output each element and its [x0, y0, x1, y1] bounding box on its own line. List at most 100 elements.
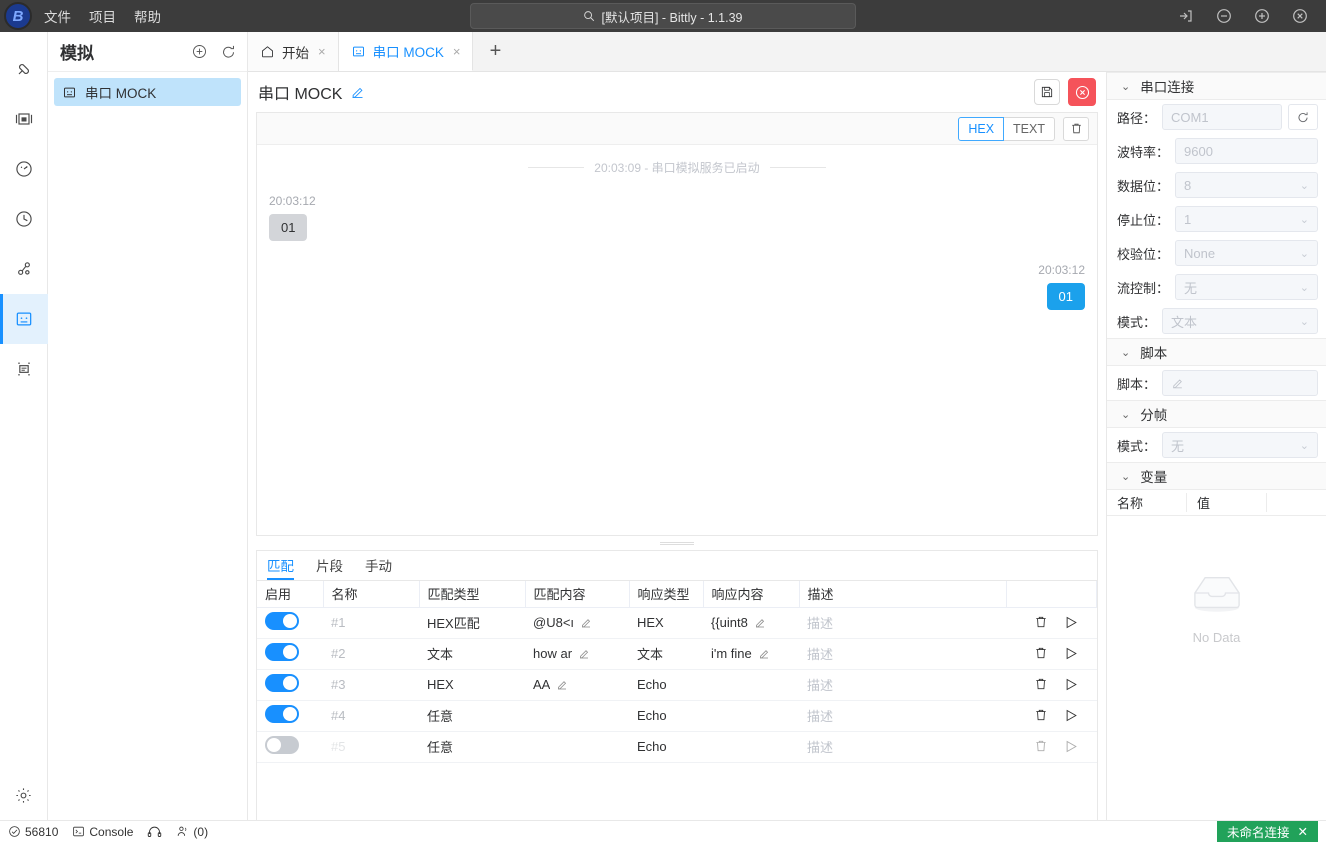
- panel-splitter[interactable]: [256, 536, 1098, 550]
- section-script[interactable]: ⌄ 脚本: [1107, 338, 1326, 366]
- cell-match-type[interactable]: HEX: [419, 669, 525, 700]
- databits-select[interactable]: 8⌄: [1175, 172, 1318, 198]
- trash-icon[interactable]: [1034, 708, 1048, 723]
- cell-description[interactable]: 描述: [799, 638, 1007, 669]
- tab-serial-mock[interactable]: 串口 MOCK ×: [339, 32, 474, 71]
- pencil-icon[interactable]: [350, 85, 365, 100]
- menu-item-help[interactable]: 帮助: [134, 6, 161, 26]
- global-search-box[interactable]: [默认项目] - Bittly - 1.1.39: [470, 3, 856, 29]
- close-icon[interactable]: ×: [453, 44, 461, 59]
- enable-toggle[interactable]: [265, 612, 299, 630]
- send-icon[interactable]: [1064, 646, 1079, 661]
- parity-select[interactable]: None⌄: [1175, 240, 1318, 266]
- cell-resp-type[interactable]: Echo: [629, 700, 703, 731]
- tab-start[interactable]: 开始 ×: [248, 32, 339, 71]
- tab-fragment[interactable]: 片段: [316, 555, 343, 580]
- list-item[interactable]: 串口 MOCK: [54, 78, 241, 106]
- close-icon[interactable]: ✕: [1298, 824, 1308, 839]
- section-framing[interactable]: ⌄ 分帧: [1107, 400, 1326, 428]
- pin-icon[interactable]: [1178, 8, 1194, 24]
- section-title: 变量: [1140, 466, 1167, 486]
- stopbits-select[interactable]: 1⌄: [1175, 206, 1318, 232]
- trash-icon[interactable]: [1034, 646, 1048, 661]
- cell-resp-type[interactable]: 文本: [629, 638, 703, 669]
- cell-description[interactable]: 描述: [799, 607, 1007, 638]
- send-icon[interactable]: [1064, 677, 1079, 692]
- format-text-button[interactable]: TEXT: [1004, 117, 1055, 141]
- send-icon[interactable]: [1064, 615, 1079, 630]
- enable-toggle[interactable]: [265, 736, 299, 754]
- format-hex-button[interactable]: HEX: [958, 117, 1004, 141]
- cell-resp-type[interactable]: HEX: [629, 607, 703, 638]
- baudrate-input[interactable]: 9600: [1175, 138, 1318, 164]
- trash-icon[interactable]: [1034, 615, 1048, 630]
- field-path: 路径： COM1: [1107, 100, 1326, 134]
- stop-button[interactable]: [1068, 78, 1096, 106]
- menu-item-file[interactable]: 文件: [44, 6, 71, 26]
- table-row: #4 任意 Echo 描述: [257, 700, 1097, 731]
- enable-toggle[interactable]: [265, 705, 299, 723]
- refresh-icon: [1296, 110, 1310, 124]
- history-icon: [14, 209, 34, 229]
- save-button[interactable]: [1034, 79, 1060, 105]
- status-audio[interactable]: [147, 825, 162, 838]
- refresh-ports-button[interactable]: [1288, 104, 1318, 130]
- close-icon[interactable]: [1292, 8, 1308, 24]
- rail-item-dashboard[interactable]: [0, 144, 48, 194]
- maximize-icon[interactable]: [1254, 8, 1270, 24]
- cell-resp-type[interactable]: Echo: [629, 731, 703, 762]
- section-title: 分帧: [1140, 404, 1167, 424]
- cell-match-type[interactable]: 任意: [419, 731, 525, 762]
- minimize-icon[interactable]: [1216, 8, 1232, 24]
- section-variables[interactable]: ⌄ 变量: [1107, 462, 1326, 490]
- pencil-icon[interactable]: [580, 617, 592, 629]
- pencil-icon[interactable]: [754, 617, 766, 629]
- clear-messages-button[interactable]: [1063, 117, 1089, 141]
- cell-resp-type[interactable]: Echo: [629, 669, 703, 700]
- tab-manual[interactable]: 手动: [365, 555, 392, 580]
- status-users[interactable]: (0): [176, 825, 208, 839]
- mode-select[interactable]: 文本⌄: [1162, 308, 1318, 334]
- pencil-icon[interactable]: [578, 648, 590, 660]
- framing-mode-select[interactable]: 无⌄: [1162, 432, 1318, 458]
- framing-mode-value: 无: [1171, 436, 1184, 455]
- mock-icon: [351, 44, 366, 59]
- script-input[interactable]: [1162, 370, 1318, 396]
- close-icon[interactable]: ×: [318, 44, 326, 59]
- rail-item-connect[interactable]: [0, 44, 48, 94]
- cell-match-type[interactable]: HEX匹配: [419, 607, 525, 638]
- plus-circle-icon[interactable]: [191, 43, 208, 60]
- cell-description[interactable]: 描述: [799, 669, 1007, 700]
- cell-description[interactable]: 描述: [799, 700, 1007, 731]
- menu-item-project[interactable]: 项目: [89, 6, 116, 26]
- section-serial-connection[interactable]: ⌄ 串口连接: [1107, 72, 1326, 100]
- cell-resp-content: [703, 669, 799, 700]
- refresh-icon[interactable]: [220, 43, 237, 60]
- rail-item-flow[interactable]: [0, 244, 48, 294]
- trash-icon[interactable]: [1034, 677, 1048, 692]
- path-input[interactable]: COM1: [1162, 104, 1282, 130]
- rail-item-testcase[interactable]: [0, 344, 48, 394]
- message-list[interactable]: 20:03:09 - 串口模拟服务已启动 20:03:12 01 20:03:1…: [257, 145, 1097, 535]
- send-icon[interactable]: [1064, 708, 1079, 723]
- status-console[interactable]: Console: [72, 825, 133, 839]
- pencil-icon[interactable]: [556, 679, 568, 691]
- rail-item-panel[interactable]: [0, 94, 48, 144]
- cell-match-type[interactable]: 文本: [419, 638, 525, 669]
- flowcontrol-select[interactable]: 无⌄: [1175, 274, 1318, 300]
- rail-item-history[interactable]: [0, 194, 48, 244]
- connection-badge[interactable]: 未命名连接 ✕: [1217, 821, 1318, 842]
- col-name: 名称: [323, 581, 419, 607]
- add-tab-button[interactable]: +: [473, 32, 517, 71]
- enable-toggle[interactable]: [265, 643, 299, 661]
- tab-match[interactable]: 匹配: [267, 555, 294, 580]
- cell-description[interactable]: 描述: [799, 731, 1007, 762]
- rail-item-mock[interactable]: [0, 294, 48, 344]
- match-content-text: AA: [533, 677, 550, 692]
- page-header: 串口 MOCK: [256, 72, 1098, 112]
- status-port[interactable]: 56810: [8, 825, 58, 839]
- rail-item-settings[interactable]: [0, 770, 48, 820]
- pencil-icon[interactable]: [758, 648, 770, 660]
- enable-toggle[interactable]: [265, 674, 299, 692]
- cell-match-type[interactable]: 任意: [419, 700, 525, 731]
